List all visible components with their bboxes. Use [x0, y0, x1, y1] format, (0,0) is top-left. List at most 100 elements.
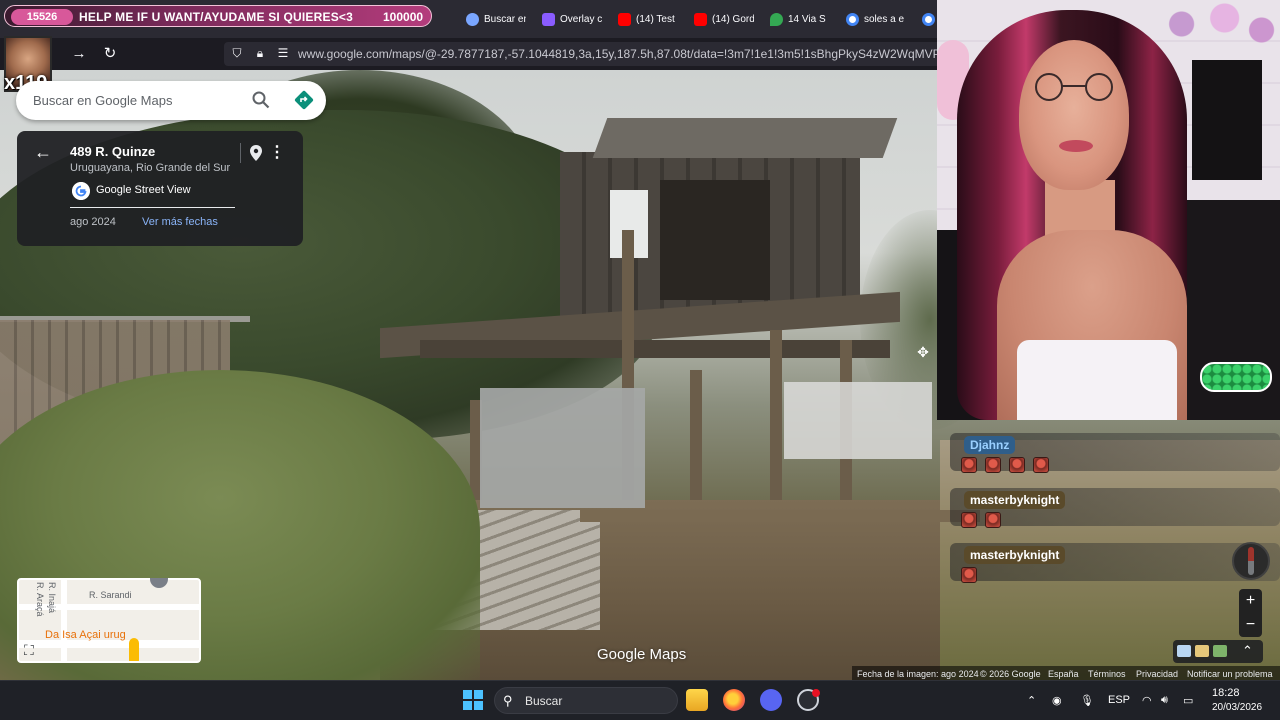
emote-icon — [985, 457, 1001, 473]
youtube-icon — [618, 12, 631, 26]
reload-icon[interactable]: ↻ — [101, 45, 119, 63]
address-title: 489 R. Quinze — [70, 144, 156, 159]
back-arrow-icon[interactable]: ← — [34, 143, 52, 161]
pegman-icon — [129, 638, 139, 661]
map-pin-icon[interactable] — [249, 145, 263, 161]
taskbar-search-label[interactable]: Buscar — [525, 694, 562, 708]
more-options-icon[interactable]: ⋮ — [269, 144, 285, 162]
emote-icon — [985, 512, 1001, 528]
zoom-out-button[interactable]: − — [1239, 613, 1262, 636]
permissions-icon[interactable]: ☰ — [276, 46, 290, 60]
street-view-source: Google Street View — [96, 184, 191, 196]
divider — [240, 143, 241, 163]
white-panel — [784, 382, 932, 459]
layer-thumbnail[interactable] — [1213, 645, 1227, 657]
decor-flowers — [1157, 0, 1280, 60]
chevron-up-icon[interactable]: ⌃ — [1027, 694, 1036, 707]
tab-3[interactable]: (14) Test — [618, 9, 678, 29]
layer-thumbnail[interactable] — [1195, 645, 1209, 657]
tab-1[interactable]: Buscar en — [466, 9, 526, 29]
image-date: Fecha de la imagen: ago 2024 — [857, 669, 979, 679]
chat-username: Djahnz — [964, 436, 1016, 454]
plastic-tarp — [480, 388, 645, 508]
tab-2[interactable]: Overlay c — [542, 9, 602, 29]
country-link[interactable]: España — [1048, 669, 1079, 679]
google-icon — [846, 12, 859, 26]
firefox-icon[interactable] — [723, 689, 745, 711]
privacy-link[interactable]: Privacidad — [1136, 669, 1178, 679]
chat-username: masterbyknight — [964, 546, 1066, 564]
youtube-icon — [694, 12, 707, 26]
goal-current: 15526 — [11, 9, 73, 25]
poi-label: Da Isa Açai urug — [45, 629, 126, 641]
emote-icon — [961, 567, 977, 583]
report-link[interactable]: Notificar un problema — [1187, 669, 1273, 679]
emote-icon — [961, 457, 977, 473]
webcam-overlay — [937, 0, 1280, 420]
directions-icon[interactable] — [294, 90, 314, 110]
street-label: R. Araçá — [35, 582, 45, 617]
emote-icon — [1033, 457, 1049, 473]
shack-opening — [660, 180, 770, 300]
volume-icon[interactable]: 🔊︎ — [1161, 694, 1168, 707]
copilot-icon — [466, 12, 479, 26]
url-text[interactable]: www.google.com/maps/@-29.7877187,-57.104… — [298, 47, 938, 61]
google-logo-icon — [72, 182, 90, 200]
expand-icon[interactable]: ⛶ — [24, 642, 34, 659]
notification-badge — [812, 689, 820, 697]
mascot-sticker — [1200, 362, 1272, 392]
microphone-icon[interactable]: 🎙︎ — [1080, 694, 1094, 707]
clock-time[interactable]: 18:28 — [1212, 687, 1240, 699]
discord-tray-icon[interactable]: ◉ — [1052, 694, 1062, 707]
lock-icon[interactable]: 🔒︎ — [253, 46, 267, 60]
google-maps-watermark: Google Maps — [597, 646, 687, 663]
shield-heart-icon — [542, 12, 555, 26]
search-placeholder[interactable]: Buscar en Google Maps — [33, 93, 172, 108]
move-cursor-icon: ✥ — [917, 344, 929, 360]
donation-goal-bar: 15526 HELP ME IF U WANT/AYUDAME SI QUIER… — [4, 5, 432, 27]
battery-icon[interactable]: ▭ — [1183, 694, 1193, 707]
tab-6[interactable]: soles a e — [846, 9, 906, 29]
terms-link[interactable]: Términos — [1088, 669, 1126, 679]
tab-4[interactable]: (14) Gord — [694, 9, 754, 29]
glasses — [1035, 73, 1113, 101]
goal-message: HELP ME IF U WANT/AYUDAME SI QUIERES<3 — [79, 10, 353, 24]
goal-target: 100000 — [383, 10, 424, 24]
chevron-up-icon[interactable]: ⌃ — [1242, 643, 1253, 659]
monitor — [1192, 60, 1262, 180]
search-icon: ⚲ — [503, 693, 513, 708]
white-top — [1017, 340, 1177, 420]
discord-icon[interactable] — [760, 689, 782, 711]
windows-start-icon[interactable] — [463, 690, 483, 710]
maps-pin-icon — [770, 12, 783, 26]
layer-thumbnail[interactable] — [1177, 645, 1191, 657]
tab-5[interactable]: 14 Via S — [770, 9, 830, 29]
street-label: R. Sarandi — [89, 590, 132, 600]
forward-icon[interactable]: → — [70, 45, 88, 63]
minimap-road — [61, 580, 67, 661]
wifi-icon[interactable]: ◠ — [1142, 694, 1152, 707]
capture-date: ago 2024 — [70, 216, 116, 228]
streamer-face — [1019, 40, 1129, 190]
wooden-deck-lower — [420, 340, 890, 358]
lips — [1059, 140, 1093, 152]
chat-username: masterbyknight — [964, 491, 1066, 509]
language-indicator[interactable]: ESP — [1108, 694, 1130, 706]
taskbar-search-box[interactable] — [494, 687, 678, 714]
address-subtitle: Uruguayana, Rio Grande del Sur — [70, 162, 231, 174]
more-dates-link[interactable]: Ver más fechas — [142, 216, 218, 228]
minimap[interactable]: R. Sarandi R. Inajá R. Araçá Da Isa Açai… — [17, 578, 201, 663]
date-slider-line[interactable] — [70, 207, 235, 208]
street-label: R. Inajá — [47, 582, 57, 614]
shield-icon[interactable]: ⛉ — [230, 46, 244, 60]
emote-icon — [1009, 457, 1025, 473]
clock-date[interactable]: 20/03/2026 — [1212, 702, 1262, 713]
shack-roof — [592, 118, 898, 158]
file-explorer-icon[interactable] — [686, 689, 708, 711]
copyright: © 2026 Google — [980, 669, 1041, 679]
google-icon — [922, 12, 935, 26]
fence-rail — [580, 510, 980, 522]
screen: ✥ Buscar en Overlay c (14) Test (14) Gor… — [0, 0, 1280, 720]
search-icon[interactable] — [252, 91, 270, 109]
emote-icon — [961, 512, 977, 528]
